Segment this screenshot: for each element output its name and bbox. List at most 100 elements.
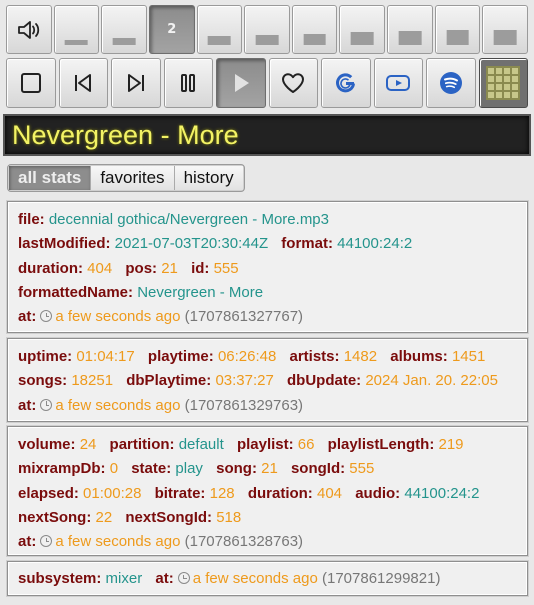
elapsed-value: 01:00:28 [83, 484, 142, 502]
volume-level-bar [493, 30, 517, 45]
field-key: elapsed: [18, 484, 79, 502]
next-song-id-value: 518 [216, 508, 242, 526]
spotify-icon [439, 72, 462, 94]
at-raw-value: (1707861328763) [184, 533, 304, 551]
previous-button[interactable] [58, 58, 108, 108]
volume-level-3[interactable]: 2 [148, 5, 195, 54]
tab-all-stats[interactable]: all stats [9, 166, 91, 190]
playback-controls [6, 58, 528, 108]
bitrate-value: 128 [209, 484, 235, 502]
field-key: audio: [355, 484, 401, 502]
format-value: 44100:24:2 [337, 235, 413, 253]
volume-level-10[interactable] [482, 5, 529, 54]
field-key: playtime: [147, 348, 214, 365]
duration-value: 404 [316, 484, 343, 502]
google-icon [335, 73, 355, 93]
songs-value: 18251 [71, 372, 114, 390]
favorite-button[interactable] [268, 58, 318, 108]
volume-level-4[interactable] [196, 5, 243, 54]
volume-level-1[interactable] [53, 5, 100, 54]
volume-value: 24 [79, 436, 97, 453]
song-id-value: 555 [349, 460, 375, 478]
field-key: albums: [390, 348, 448, 365]
clock-icon [40, 398, 53, 411]
field-key: volume: [18, 436, 76, 453]
volume-level-6[interactable] [291, 5, 338, 54]
volume-level-9[interactable] [434, 5, 481, 54]
stop-icon [20, 73, 41, 93]
playlist-length-value: 219 [438, 436, 464, 453]
field-key: songs: [18, 372, 68, 390]
at-relative-value: a few seconds ago [55, 396, 181, 414]
artists-value: 1482 [343, 348, 378, 365]
field-key: lastModified: [18, 235, 111, 253]
duration-value: 404 [87, 259, 113, 277]
at-raw-value: (1707861329763) [184, 396, 304, 414]
at-raw-value: (1707861327767) [184, 308, 304, 326]
volume-level-7[interactable] [339, 5, 386, 54]
at-raw-value: (1707861299821) [322, 570, 441, 587]
field-key: at: [155, 570, 174, 587]
field-key: duration: [247, 484, 313, 502]
speaker-icon [17, 20, 39, 39]
field-key: uptime: [18, 348, 73, 365]
field-key: playlistLength: [327, 436, 435, 453]
tab-favorites[interactable]: favorites [90, 166, 174, 190]
field-key: song: [216, 460, 257, 478]
field-key: id: [191, 259, 210, 277]
db-playtime-value: 03:37:27 [215, 372, 274, 390]
volume-level-bar [112, 38, 136, 45]
db-update-value: 2024 Jan. 20. 22:05 [365, 372, 498, 390]
next-song-value: 22 [95, 508, 113, 526]
field-key: at: [18, 396, 37, 414]
field-key: nextSongId: [125, 508, 213, 526]
mixramp-db-value: 0 [109, 460, 119, 478]
volume-level-bar [350, 32, 374, 45]
field-key: at: [18, 308, 37, 326]
tab-history[interactable]: history [173, 166, 243, 190]
at-relative-value: a few seconds ago [55, 533, 181, 551]
subsystem-value: mixer [105, 570, 143, 587]
field-key: format: [281, 235, 333, 253]
heart-icon [282, 73, 305, 93]
play-button[interactable] [216, 58, 266, 108]
status-panel: volume: 24 partition: default playlist: … [7, 426, 528, 556]
albums-value: 1451 [451, 348, 486, 365]
stats-tabs: all stats favorites history [7, 164, 245, 192]
volume-level-bar [446, 30, 469, 45]
current-song-panel: file: decennial gothica/Nevergreen - Mor… [7, 201, 528, 333]
uptime-value: 01:04:17 [76, 348, 135, 365]
at-relative-value: a few seconds ago [55, 308, 181, 326]
volume-level-bar [208, 36, 231, 45]
field-key: at: [18, 533, 37, 551]
volume-level-5[interactable] [244, 5, 290, 54]
field-key: dbPlaytime: [126, 372, 212, 390]
mute-button[interactable] [6, 5, 52, 54]
now-playing-bar: Nevergreen - More [3, 114, 531, 156]
volume-level-8[interactable] [387, 5, 433, 54]
volume-level-2[interactable] [101, 5, 147, 54]
field-key: state: [131, 460, 172, 478]
youtube-search-button[interactable] [373, 58, 423, 108]
menu-grid-button[interactable] [478, 58, 528, 108]
last-modified-value: 2021-07-03T20:30:44Z [114, 235, 269, 253]
subsystem-panel: subsystem: mixer at: a few seconds ago (1… [7, 561, 528, 596]
playlist-value: 66 [297, 436, 315, 453]
grid-icon [486, 66, 521, 100]
google-search-button[interactable] [321, 58, 371, 108]
at-relative-value: a few seconds ago [192, 570, 318, 587]
playtime-value: 06:26:48 [217, 348, 277, 365]
stats-panel: uptime: 01:04:17 playtime: 06:26:48 arti… [7, 338, 528, 422]
volume-level-bar [398, 31, 422, 45]
next-button[interactable] [111, 58, 161, 108]
pause-button[interactable] [163, 58, 213, 108]
field-key: formattedName: [18, 283, 134, 301]
file-value: decennial gothica/Nevergreen - More.mp3 [48, 211, 329, 228]
field-key: songId: [290, 460, 346, 478]
audio-value: 44100:24:2 [404, 484, 480, 502]
field-key: bitrate: [154, 484, 206, 502]
stop-button[interactable] [6, 58, 56, 108]
spotify-search-button[interactable] [426, 58, 476, 108]
field-key: playlist: [236, 436, 294, 453]
partition-value: default [178, 436, 224, 453]
